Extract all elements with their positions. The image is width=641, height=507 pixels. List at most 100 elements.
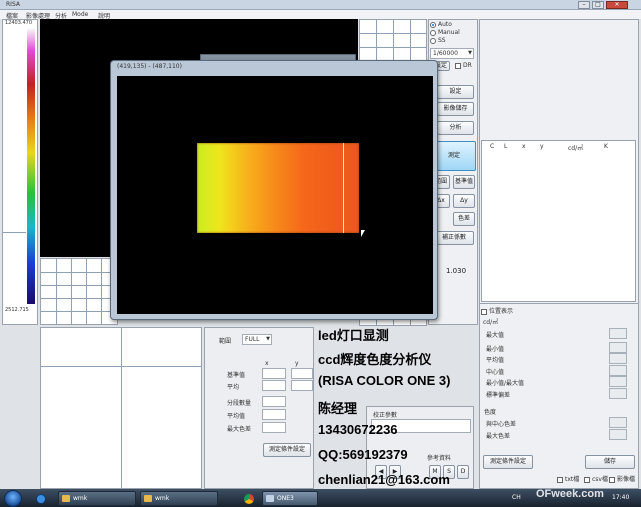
measurement-table: C L x y cd/㎡ K — [481, 140, 636, 302]
csv-check-icon — [584, 476, 590, 483]
maximize-button[interactable]: □ — [592, 1, 604, 9]
exposure-select[interactable]: 1/60000 ▼ — [430, 48, 474, 59]
folder-icon — [144, 495, 152, 502]
taskbar-one3[interactable]: ONE3 — [262, 491, 318, 506]
col-l: L — [504, 143, 508, 150]
col-k: K — [604, 143, 608, 150]
csv-label: csv檔 — [592, 476, 608, 483]
grid-line — [410, 20, 411, 61]
grid-line — [41, 272, 118, 273]
radio-ss[interactable]: SS — [430, 37, 460, 45]
range-select[interactable]: FULL ▼ — [242, 334, 272, 345]
radio-manual[interactable]: Manual — [430, 29, 460, 37]
param-field[interactable] — [262, 396, 286, 407]
param-row-label: 最大色差 — [227, 426, 252, 433]
range-label: 範圍 — [219, 338, 232, 345]
stat-avg-value — [609, 353, 627, 364]
menu-mode[interactable]: Mode — [72, 11, 88, 18]
radio-manual-icon — [430, 29, 436, 36]
param-field[interactable] — [262, 422, 286, 433]
radio-manual-label: Manual — [438, 29, 460, 36]
chrome-icon[interactable] — [244, 494, 254, 504]
param-field[interactable] — [262, 409, 286, 420]
param-row-label: 分段數量 — [227, 400, 252, 407]
language-indicator[interactable]: CH — [512, 494, 521, 501]
dr-checkbox[interactable]: DR — [455, 62, 472, 69]
heatmap-edge-line — [343, 143, 344, 233]
txt-checkbox[interactable]: txt檔 — [557, 474, 579, 483]
chevron-down-icon: ▼ — [468, 50, 472, 56]
radio-auto-icon — [430, 21, 436, 28]
grid-line — [41, 311, 118, 312]
start-button[interactable] — [4, 490, 22, 507]
set-button[interactable]: 設定 — [437, 85, 474, 99]
image-save-button[interactable]: 影像儲存 — [437, 102, 474, 116]
d-button[interactable]: D — [457, 465, 469, 479]
taskbar-wmk-1-label: wmk — [73, 495, 88, 502]
menu-bar: 檔案 影像處理 分析 Mode 說明 — [0, 10, 641, 20]
save-button[interactable]: 儲存 — [585, 455, 635, 469]
color-max-label: 最大色差 — [486, 433, 511, 440]
position-check-label: 位置表示 — [489, 308, 514, 315]
watermark-text: OFweek.com — [536, 488, 604, 500]
grid-line — [101, 259, 102, 325]
position-checkbox[interactable]: 位置表示 — [481, 306, 513, 315]
color-section-label: 色度 — [484, 409, 497, 416]
minimize-button[interactable]: – — [578, 1, 590, 9]
param-field[interactable] — [291, 368, 313, 379]
range-value: FULL — [245, 336, 260, 343]
stat-min-label: 最小值 — [486, 346, 505, 353]
app-title: RISA — [6, 1, 20, 8]
dr-check-icon — [455, 62, 461, 69]
taskbar-wmk-1[interactable]: wmk — [58, 491, 136, 506]
param-field[interactable] — [291, 380, 313, 391]
col-y: y — [540, 143, 544, 150]
close-button[interactable]: ✕ — [606, 1, 628, 9]
dr-label: DR — [463, 62, 472, 69]
captured-image — [117, 76, 433, 314]
scale-divider — [3, 232, 26, 233]
thumbnail-grid-top — [359, 19, 427, 61]
delta-y-button[interactable]: Δy — [453, 194, 475, 208]
param-row-label: 基準值 — [227, 372, 246, 379]
standard-button[interactable]: 基準值 — [453, 175, 475, 189]
analyze-button[interactable]: 分析 — [437, 121, 474, 135]
param-field[interactable] — [262, 368, 286, 379]
overlay-line-3: (RISA COLOR ONE 3) — [318, 373, 451, 388]
parameter-panel: 範圍 FULL ▼ x y 基準值 平均 分段數量 平均值 最大色差 測定條件設… — [204, 327, 314, 489]
stat-std-label: 標準偏差 — [486, 392, 511, 399]
taskbar-one3-label: ONE3 — [277, 495, 294, 502]
grid-line — [71, 259, 72, 325]
calibration-title: 校正參數 — [373, 412, 398, 419]
correction-button[interactable]: 補正係數 — [434, 231, 474, 245]
color-center-value — [609, 417, 627, 428]
image-check-icon — [609, 476, 615, 483]
param-field[interactable] — [262, 380, 286, 391]
grid-line — [360, 47, 427, 48]
stat-avg-label: 平均值 — [486, 357, 505, 364]
image-checkbox[interactable]: 影像檔 — [609, 474, 635, 483]
app-icon — [266, 495, 274, 502]
calibration-sub: 參考資料 — [427, 455, 452, 462]
color-diff-button[interactable]: 色差 — [453, 212, 475, 226]
table-header: C L x y cd/㎡ K — [482, 143, 636, 152]
csv-checkbox[interactable]: csv檔 — [584, 474, 608, 483]
measure-condition-button[interactable]: 測定條件設定 — [483, 455, 533, 469]
overlay-line-6: QQ:569192379 — [318, 447, 408, 462]
stat-max-value — [609, 328, 627, 339]
col-x: x — [522, 143, 526, 150]
col-x-label: x — [265, 360, 269, 367]
color-scale-panel: 12403.470 2512.715 — [2, 19, 38, 325]
txt-label: txt檔 — [565, 476, 580, 483]
stat-std-value — [609, 388, 627, 399]
radio-auto[interactable]: Auto — [430, 21, 460, 29]
folder-icon — [62, 495, 70, 502]
profile-crosshair-h — [41, 366, 202, 367]
condition-set-button[interactable]: 測定條件設定 — [263, 443, 311, 457]
scale-min-label: 2512.715 — [5, 307, 29, 313]
taskbar-wmk-2[interactable]: wmk — [140, 491, 218, 506]
browser-icon[interactable] — [36, 494, 46, 504]
floating-window-title: (419,135) - (487,110) — [117, 63, 182, 70]
measure-button[interactable]: 測定 — [432, 141, 476, 171]
stat-min-value — [609, 342, 627, 353]
